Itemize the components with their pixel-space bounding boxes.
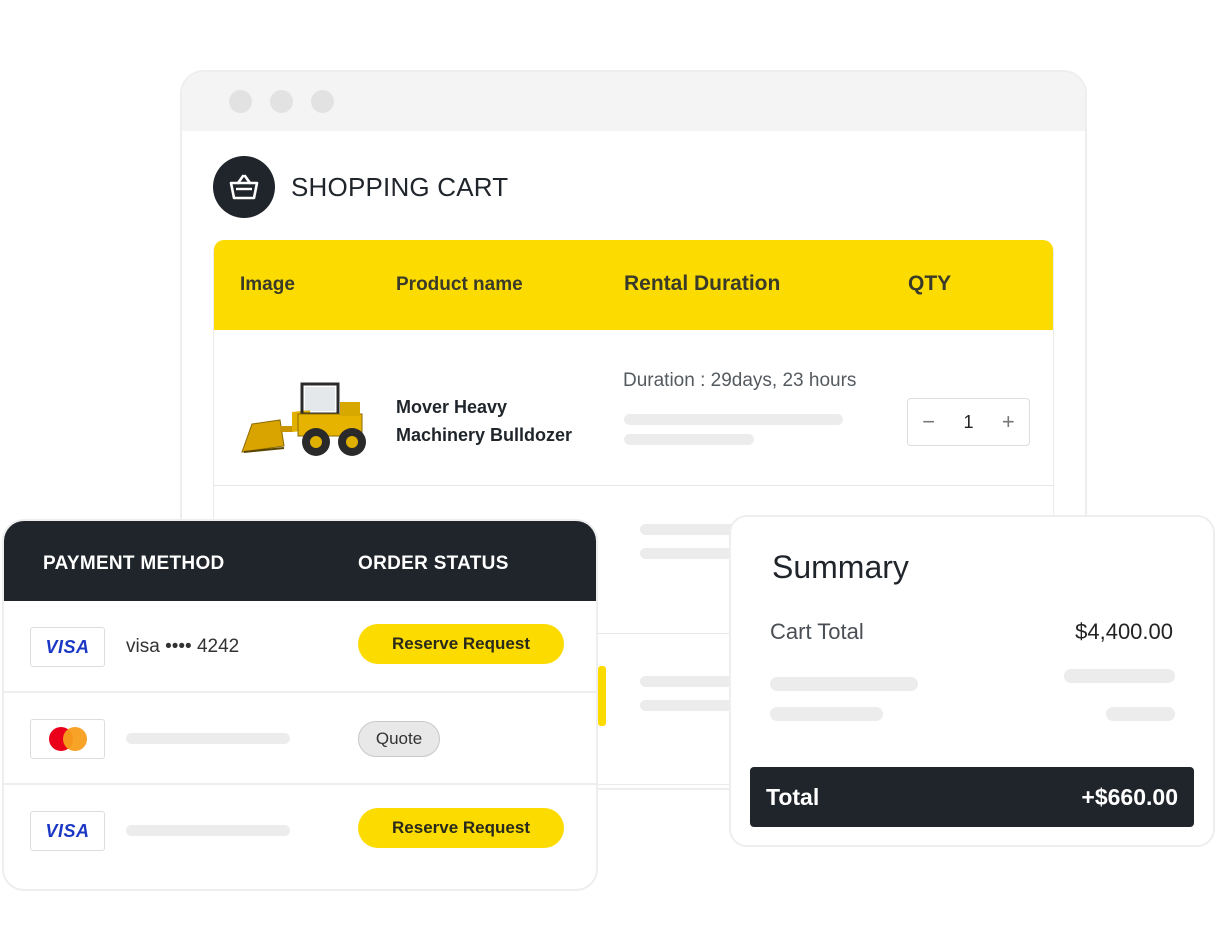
placeholder-line <box>126 825 290 836</box>
minus-icon[interactable]: − <box>922 411 935 433</box>
placeholder-line <box>640 524 740 535</box>
summary-title: Summary <box>772 549 909 585</box>
product-name[interactable]: Mover Heavy Machinery Bulldozer <box>396 393 572 449</box>
page-title: SHOPPING CART <box>291 171 509 202</box>
placeholder-line <box>770 677 918 691</box>
visa-logo-icon: VISA <box>30 811 105 851</box>
total-label: Total <box>766 784 820 810</box>
card-number: visa •••• 4242 <box>126 636 240 657</box>
plus-icon[interactable]: + <box>1002 411 1015 433</box>
placeholder-line <box>1064 669 1175 683</box>
cart-table-header: Image Product name Rental Duration QTY <box>214 240 1053 330</box>
status-badge[interactable]: Reserve Request <box>358 808 564 848</box>
placeholder-line <box>624 434 754 445</box>
bulldozer-image <box>240 380 370 460</box>
placeholder-line <box>640 548 740 559</box>
payment-row: Quote <box>4 693 596 785</box>
mastercard-logo-icon <box>30 719 105 759</box>
table-row: Mover Heavy Machinery Bulldozer Duration… <box>214 330 1053 486</box>
payment-row: VISA visa •••• 4242 Reserve Request <box>4 601 596 693</box>
column-header-product-name: Product name <box>396 274 523 295</box>
window-control-dot[interactable] <box>229 90 252 113</box>
cart-total-value: $4,400.00 <box>1075 619 1173 644</box>
total-value: +$660.00 <box>1081 784 1178 810</box>
status-badge[interactable]: Quote <box>358 721 440 757</box>
column-header-payment-method: PAYMENT METHOD <box>43 553 225 574</box>
window-control-dot[interactable] <box>270 90 293 113</box>
placeholder-line <box>770 707 883 721</box>
payment-row: VISA Reserve Request <box>4 785 596 877</box>
column-header-image: Image <box>240 274 295 295</box>
basket-icon <box>213 156 275 218</box>
visa-logo-icon: VISA <box>30 627 105 667</box>
summary-card: Summary Cart Total $4,400.00 Total +$660… <box>729 515 1215 847</box>
cart-header: SHOPPING CART <box>213 156 508 218</box>
column-header-rental-duration: Rental Duration <box>624 272 781 295</box>
payment-status-card: PAYMENT METHOD ORDER STATUS VISA visa ••… <box>2 519 598 891</box>
window-control-dot[interactable] <box>311 90 334 113</box>
status-badge[interactable]: Reserve Request <box>358 624 564 664</box>
quantity-value[interactable]: 1 <box>963 412 973 433</box>
placeholder-line <box>1106 707 1175 721</box>
total-bar: Total +$660.00 <box>750 767 1194 827</box>
browser-title-bar <box>182 72 1085 131</box>
column-header-qty: QTY <box>908 272 952 295</box>
placeholder-line <box>640 700 740 711</box>
placeholder-line <box>624 414 843 425</box>
quantity-stepper-edge <box>598 666 606 726</box>
rental-duration-text: Duration : 29days, 23 hours <box>623 370 857 391</box>
payment-table-header: PAYMENT METHOD ORDER STATUS <box>4 521 596 601</box>
placeholder-line <box>126 733 290 744</box>
cart-total-label: Cart Total <box>770 619 864 644</box>
placeholder-line <box>640 676 740 687</box>
column-header-order-status: ORDER STATUS <box>358 553 509 574</box>
quantity-stepper: − 1 + <box>907 398 1030 446</box>
